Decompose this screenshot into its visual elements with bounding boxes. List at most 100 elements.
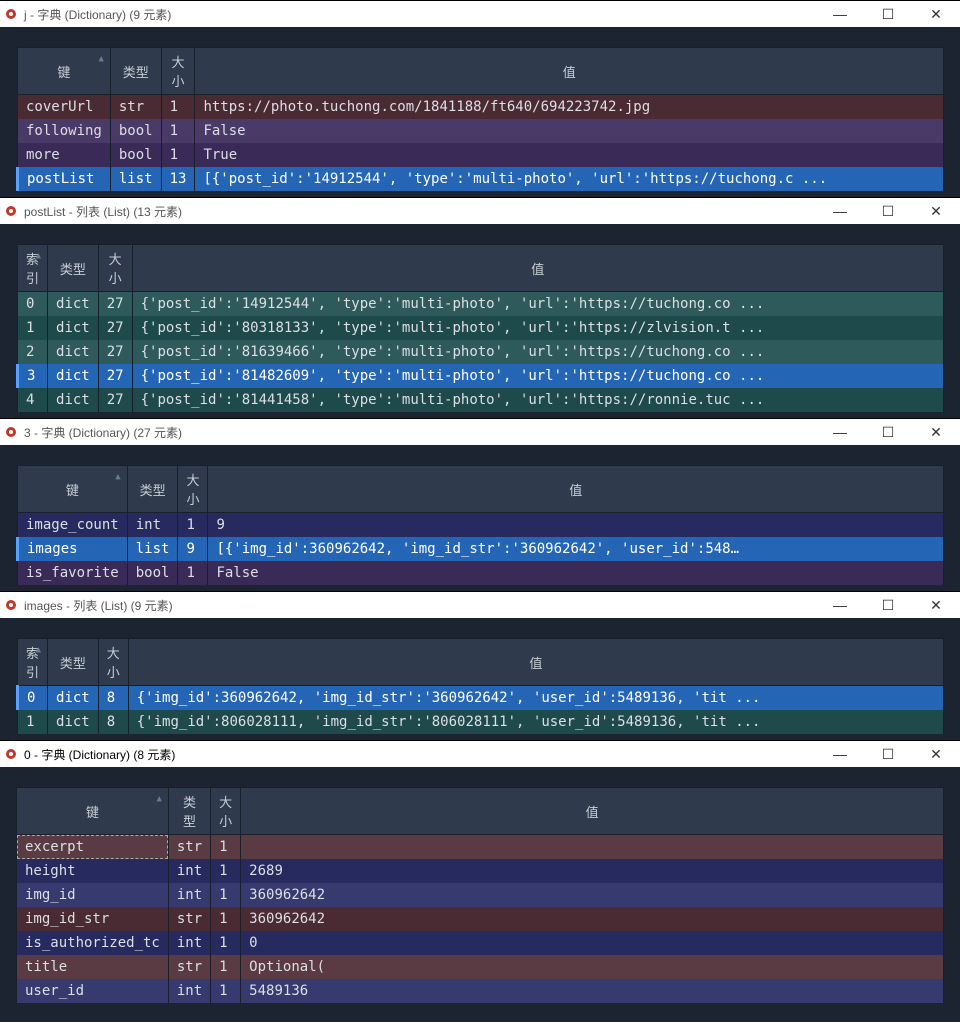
table-row[interactable]: coverUrlstr1https://photo.tuchong.com/18…: [18, 95, 944, 120]
table-row[interactable]: img_idint1360962642: [17, 883, 944, 907]
col-key[interactable]: 键: [17, 788, 169, 835]
table-row[interactable]: img_id_strstr1360962642: [17, 907, 944, 931]
titlebar[interactable]: images - 列表 (List) (9 元素) — ☐ ✕: [0, 592, 960, 618]
table-row[interactable]: 1dict8{'img_id':806028111, 'img_id_str':…: [18, 710, 944, 734]
panel-body: 键 类型 大小 值 image_countint19imageslist9[{'…: [0, 445, 960, 591]
cell-size: 1: [178, 561, 208, 585]
table-row[interactable]: heightint12689: [17, 859, 944, 883]
cell-value: {'post_id':'80318133', 'type':'multi-pho…: [132, 316, 943, 340]
col-size[interactable]: 大小: [98, 639, 128, 686]
list-table: 索引 类型 大小 值 0dict27{'post_id':'14912544',…: [16, 244, 944, 412]
col-size[interactable]: 大小: [161, 48, 195, 95]
table-row[interactable]: imageslist9[{'img_id':360962642, 'img_id…: [18, 537, 944, 561]
minimize-button[interactable]: —: [820, 742, 860, 766]
col-type[interactable]: 类型: [48, 245, 99, 292]
table-row[interactable]: 4dict27{'post_id':'81441458', 'type':'mu…: [18, 388, 944, 412]
cell-type: list: [110, 167, 161, 191]
dict-table: 键 类型 大小 值 coverUrlstr1https://photo.tuch…: [16, 47, 944, 191]
cell-value: {'post_id':'14912544', 'type':'multi-pho…: [132, 292, 943, 317]
table-row[interactable]: is_favoritebool1False: [18, 561, 944, 585]
panel-body: 键 类型 大小 值 excerptstr1heightint12689img_i…: [0, 767, 960, 1009]
table-row[interactable]: postListlist13[{'post_id':'14912544', 't…: [18, 167, 944, 191]
col-type[interactable]: 类型: [48, 639, 99, 686]
cell-type: dict: [48, 686, 99, 711]
col-size[interactable]: 大小: [98, 245, 132, 292]
col-key[interactable]: 键: [18, 48, 111, 95]
table-row[interactable]: 0dict8{'img_id':360962642, 'img_id_str':…: [18, 686, 944, 711]
table-row[interactable]: 0dict27{'post_id':'14912544', 'type':'mu…: [18, 292, 944, 317]
col-value[interactable]: 值: [128, 639, 943, 686]
cell-size: 13: [161, 167, 195, 191]
minimize-button[interactable]: —: [820, 420, 860, 444]
table-row[interactable]: followingbool1False: [18, 119, 944, 143]
maximize-button[interactable]: ☐: [868, 742, 908, 766]
minimize-button[interactable]: —: [820, 2, 860, 26]
maximize-button[interactable]: ☐: [868, 199, 908, 223]
table-row[interactable]: is_authorized_tcint10: [17, 931, 944, 955]
app-icon: [4, 747, 18, 761]
table-row[interactable]: 2dict27{'post_id':'81639466', 'type':'mu…: [18, 340, 944, 364]
cell-size: 1: [178, 513, 208, 538]
cell-key: 2: [18, 340, 48, 364]
table-row[interactable]: morebool1True: [18, 143, 944, 167]
table-row[interactable]: 3dict27{'post_id':'81482609', 'type':'mu…: [18, 364, 944, 388]
cell-size: 8: [98, 710, 128, 734]
table-row[interactable]: 1dict27{'post_id':'80318133', 'type':'mu…: [18, 316, 944, 340]
titlebar-active[interactable]: 0 - 字典 (Dictionary) (8 元素) — ☐ ✕: [0, 741, 960, 767]
titlebar[interactable]: postList - 列表 (List) (13 元素) — ☐ ✕: [0, 198, 960, 224]
col-type[interactable]: 类型: [168, 788, 210, 835]
cell-key: 4: [18, 388, 48, 412]
cell-size: 27: [98, 292, 132, 317]
cell-size: 1: [161, 143, 195, 167]
window-title: images - 列表 (List) (9 元素): [24, 597, 820, 614]
cell-type: dict: [48, 710, 99, 734]
col-value[interactable]: 值: [132, 245, 943, 292]
close-button[interactable]: ✕: [916, 742, 956, 766]
inspector-window-dict0: 0 - 字典 (Dictionary) (8 元素) — ☐ ✕ 键 类型 大小…: [0, 740, 960, 1009]
cell-type: int: [168, 859, 210, 883]
table-row[interactable]: user_idint15489136: [17, 979, 944, 1003]
cell-size: 8: [98, 686, 128, 711]
cell-type: dict: [48, 340, 99, 364]
col-size[interactable]: 大小: [211, 788, 241, 835]
col-value[interactable]: 值: [195, 48, 944, 95]
cell-size: 27: [98, 340, 132, 364]
minimize-button[interactable]: —: [820, 199, 860, 223]
col-value[interactable]: 值: [241, 788, 944, 835]
cell-size: 1: [161, 95, 195, 120]
titlebar[interactable]: 3 - 字典 (Dictionary) (27 元素) — ☐ ✕: [0, 419, 960, 445]
table-row[interactable]: excerptstr1: [17, 835, 944, 860]
cell-key: 3: [18, 364, 48, 388]
table-row[interactable]: image_countint19: [18, 513, 944, 538]
col-type[interactable]: 类型: [127, 466, 178, 513]
maximize-button[interactable]: ☐: [868, 2, 908, 26]
dict-table: 键 类型 大小 值 image_countint19imageslist9[{'…: [16, 465, 944, 585]
cell-size: 9: [178, 537, 208, 561]
cell-value: [{'post_id':'14912544', 'type':'multi-ph…: [195, 167, 944, 191]
cell-type: bool: [127, 561, 178, 585]
col-type[interactable]: 类型: [110, 48, 161, 95]
panel-body: 索引 类型 大小 值 0dict8{'img_id':360962642, 'i…: [0, 618, 960, 740]
maximize-button[interactable]: ☐: [868, 593, 908, 617]
minimize-button[interactable]: —: [820, 593, 860, 617]
cell-type: dict: [48, 316, 99, 340]
table-row[interactable]: titlestr1Optional(: [17, 955, 944, 979]
close-button[interactable]: ✕: [916, 2, 956, 26]
cell-size: 27: [98, 316, 132, 340]
titlebar[interactable]: j - 字典 (Dictionary) (9 元素) — ☐ ✕: [0, 1, 960, 27]
close-button[interactable]: ✕: [916, 199, 956, 223]
col-index[interactable]: 索引: [18, 639, 48, 686]
col-value[interactable]: 值: [208, 466, 944, 513]
cell-value: True: [195, 143, 944, 167]
col-index[interactable]: 索引: [18, 245, 48, 292]
col-key[interactable]: 键: [18, 466, 128, 513]
close-button[interactable]: ✕: [916, 420, 956, 444]
cell-key: coverUrl: [18, 95, 111, 120]
cell-size: 1: [211, 883, 241, 907]
cell-key: height: [17, 859, 169, 883]
col-size[interactable]: 大小: [178, 466, 208, 513]
close-button[interactable]: ✕: [916, 593, 956, 617]
maximize-button[interactable]: ☐: [868, 420, 908, 444]
panel-body: 索引 类型 大小 值 0dict27{'post_id':'14912544',…: [0, 224, 960, 418]
cell-key: 0: [18, 292, 48, 317]
